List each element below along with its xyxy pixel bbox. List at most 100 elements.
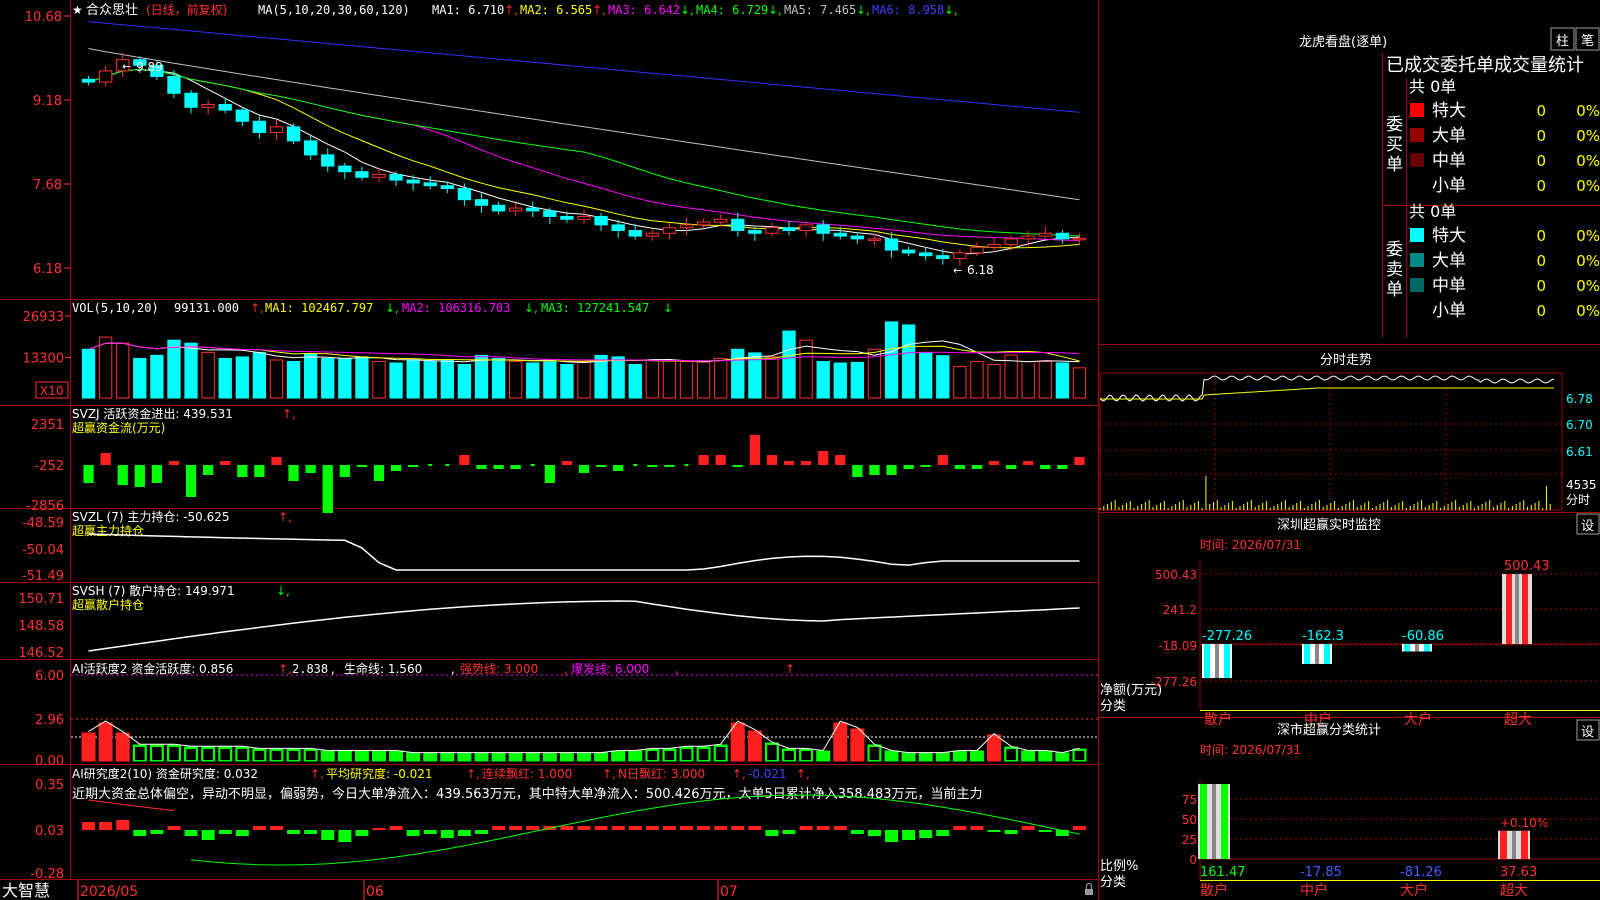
ai-res-bar: [1072, 826, 1086, 830]
ai2-bar: [354, 750, 369, 762]
ai-res-bar: [748, 826, 762, 830]
fenshi-title: 分时走势: [1320, 352, 1372, 368]
ai-res-label: AI研究度2(10) 资金研究度: 0.032: [72, 766, 258, 781]
candle-body: [235, 109, 249, 122]
lock-icon[interactable]: [1085, 882, 1093, 896]
sell-row-pct: 0%: [1576, 302, 1600, 320]
svzj-bar: [749, 435, 760, 465]
volume-bar: [474, 354, 489, 399]
svzj-arrow: ↑,: [282, 407, 296, 421]
monitor-bar-label: -162.3: [1302, 629, 1344, 644]
svzj-bar: [151, 465, 163, 483]
sell-row-val: 0: [1536, 302, 1546, 320]
volume-bar: [167, 339, 181, 399]
high-price-label: 9.89: [136, 60, 163, 74]
sell-side-char: 委: [1386, 240, 1403, 260]
sell-total: 共 0单: [1409, 202, 1456, 221]
monitor-bar-stripe: [1515, 574, 1519, 644]
vol-value: 99131.000: [174, 301, 239, 315]
date-tick-label: 2026/05: [80, 884, 138, 900]
class-cat-label: 中户: [1300, 882, 1328, 899]
svsh-tick-label: 148.58: [19, 619, 65, 634]
buy-row-pct: 0%: [1576, 127, 1600, 145]
candle-body: [1055, 232, 1070, 240]
ma-legend-5: MA5: 7.465: [784, 3, 856, 17]
monitor-bar-accent: [1204, 644, 1210, 678]
svzj-bar: [561, 461, 573, 465]
candle-body: [184, 92, 198, 108]
date-axis: 2026/05 06 07: [77, 880, 738, 900]
candle-body: [286, 126, 301, 142]
volume-bar: [491, 357, 506, 399]
buy-row-pct: 0%: [1576, 177, 1600, 195]
svzj-bar: [698, 455, 709, 465]
monitor-cat-label: 大户: [1404, 711, 1432, 728]
volume-bar: [526, 362, 540, 399]
candle-body: [201, 103, 215, 108]
ai2-bar: [816, 750, 831, 762]
monitor-bar-accent: [1404, 644, 1410, 652]
ai2-arrow: ↑,: [278, 662, 292, 676]
svzj-bar: [1074, 457, 1085, 465]
candle-body: [611, 224, 625, 231]
sell-row-pct: 0%: [1576, 252, 1600, 270]
buy-row-name: 小单: [1432, 176, 1466, 196]
monitor-bar-accent: [1224, 644, 1230, 678]
ai-res-bar: [936, 830, 950, 836]
candle-body: [577, 215, 591, 220]
vol-ma3: MA3: 127241.547: [541, 301, 649, 315]
volume-bar: [765, 356, 779, 399]
monitor-tick-label: 241.2: [1163, 603, 1197, 617]
favorite-star-icon[interactable]: ★: [72, 3, 83, 17]
svzj-bar: [271, 457, 282, 465]
svzj-bar: [1005, 465, 1017, 469]
ai2-label: AI活跃度2 资金活跃度: 0.856: [72, 661, 233, 676]
vol-ma2: MA2: 106316.703: [402, 301, 510, 315]
svzj-bar: [869, 465, 880, 475]
volume-bar: [440, 359, 454, 399]
class-bar-label: -81.26: [1400, 865, 1442, 880]
svsh-label: SVSH (7) 散户持仓: 149.971: [72, 583, 235, 598]
volume-bar: [1038, 360, 1052, 399]
price-tick-label: 10.68: [25, 10, 62, 25]
kline-mode[interactable]: (日线，前复权): [146, 2, 227, 17]
ai2-bar: [884, 750, 899, 762]
svzj-bar: [732, 465, 743, 467]
ai-res-bar: [252, 826, 266, 830]
svzj-bar: [800, 461, 812, 465]
ai-res-bar: [372, 828, 386, 830]
ai2-bar: [952, 750, 967, 762]
class-title: 深市超赢分类统计: [1277, 722, 1381, 738]
sell-side-char: 卖: [1386, 260, 1403, 280]
class-tick-label: 50: [1182, 813, 1197, 827]
volume-bar: [389, 362, 403, 399]
monitor-cat-label: 超大: [1504, 712, 1532, 728]
svzj-bar: [633, 464, 638, 466]
svzj-bar: [835, 455, 846, 465]
ai2-bar: [1038, 750, 1053, 762]
monitor-bar-label: 500.43: [1504, 559, 1550, 574]
monitor-bar-accent: [1304, 644, 1310, 664]
ai2-bar: [747, 730, 762, 762]
ai-res-bar: [645, 826, 659, 830]
svzj-bar: [493, 465, 504, 469]
ai2-tick-label: 2.96: [35, 713, 64, 728]
svzl-tick-label: -48.59: [22, 516, 64, 531]
sell-row-name: 小单: [1432, 301, 1466, 321]
order-stats: 共 0单委买单特大 0 0%大单 0 0%中单 0 0%小单 0 0%共 0单委卖单特大 0 0%大…: [1386, 77, 1600, 321]
buy-row-val: 0: [1536, 127, 1546, 145]
candle-body: [303, 140, 318, 156]
svzj-bar: [852, 465, 863, 477]
ai-res-bar: [406, 830, 420, 836]
buy-swatch: [1410, 103, 1424, 117]
ai2-bar: [320, 750, 335, 762]
class-cat-label: 散户: [1200, 882, 1228, 899]
stock-name: 合众思壮: [86, 3, 138, 18]
buy-row-name: 中单: [1432, 151, 1466, 171]
fenshi-vol-label: 分时: [1566, 493, 1590, 507]
tab-zhu-label: 柱: [1556, 34, 1569, 49]
ai-res-bar: [680, 826, 694, 830]
volume-bar: [850, 361, 865, 399]
ai2-bar-hollow: [305, 751, 316, 760]
svzj-bar: [83, 465, 94, 483]
